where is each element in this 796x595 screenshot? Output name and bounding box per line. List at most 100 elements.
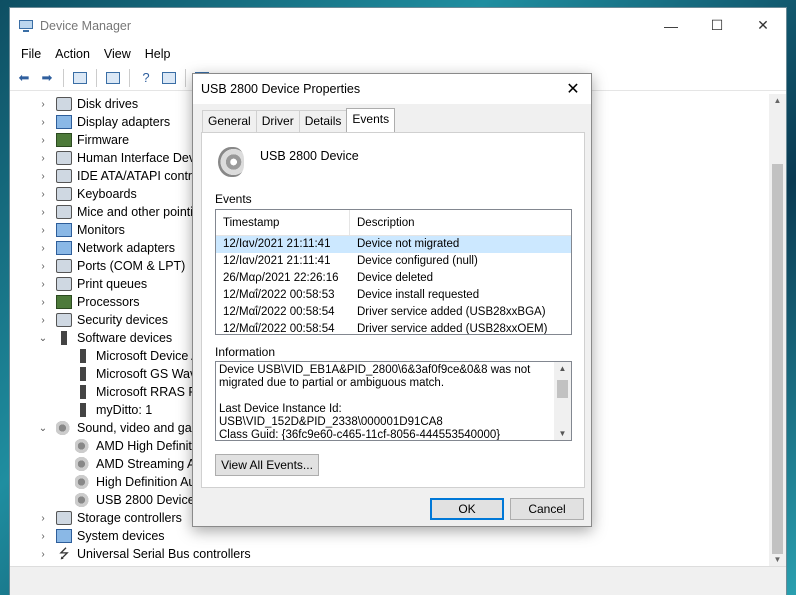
chevron-right-icon[interactable]: › (38, 243, 48, 254)
software-device-icon (75, 349, 91, 363)
event-row[interactable]: 12/Μαΐ/2022 00:58:54 Driver service added… (216, 321, 571, 334)
chevron-right-icon[interactable]: › (38, 315, 48, 326)
chevron-right-icon[interactable]: › (38, 135, 48, 146)
scroll-down-icon[interactable]: ▼ (554, 429, 571, 438)
information-box[interactable]: Device USB\VID_EB1A&PID_2800\6&3af0f9ce&… (215, 361, 572, 441)
tree-device[interactable]: AMD High Definitio (75, 437, 202, 455)
window-title: Device Manager (40, 18, 132, 33)
close-button[interactable]: ✕ (740, 8, 786, 43)
chevron-right-icon[interactable]: › (38, 189, 48, 200)
event-row[interactable]: 12/Μαΐ/2022 00:58:53 Device install reque… (216, 287, 571, 304)
tree-device[interactable]: USB 2800 Device (75, 491, 195, 509)
scroll-up-icon[interactable]: ▲ (769, 96, 786, 105)
chevron-right-icon[interactable]: › (38, 99, 48, 110)
ok-button[interactable]: OK (430, 498, 504, 520)
cancel-button[interactable]: Cancel (510, 498, 584, 520)
tree-scrollbar[interactable]: ▲ ▼ (769, 94, 786, 566)
tree-device[interactable]: myDitto: 1 (75, 401, 152, 419)
menu-file[interactable]: File (14, 47, 48, 61)
events-table[interactable]: Timestamp Description 12/Ιαν/2021 21:11:… (215, 209, 572, 335)
chevron-right-icon[interactable]: › (38, 153, 48, 164)
tree-category[interactable]: › Print queues (38, 275, 147, 293)
tree-category[interactable]: › Storage controllers (38, 509, 182, 527)
system-device-icon (56, 529, 72, 543)
tab-details[interactable]: Details (298, 110, 348, 132)
menu-view[interactable]: View (97, 47, 138, 61)
chevron-right-icon[interactable]: › (38, 225, 48, 236)
chevron-right-icon[interactable]: › (38, 207, 48, 218)
chevron-right-icon[interactable]: › (38, 513, 48, 524)
tree-category[interactable]: › Ports (COM & LPT) (38, 257, 185, 275)
chevron-right-icon[interactable]: › (38, 117, 48, 128)
tree-label: Universal Serial Bus controllers (77, 547, 251, 561)
menu-action[interactable]: Action (48, 47, 97, 61)
tab-general[interactable]: General (202, 110, 257, 132)
information-text[interactable]: Device USB\VID_EB1A&PID_2800\6&3af0f9ce&… (216, 362, 554, 440)
properties-dialog: USB 2800 Device Properties ✕ General Dri… (192, 73, 592, 527)
event-timestamp: 26/Μαρ/2021 22:26:16 (223, 272, 339, 284)
tree-label: Keyboards (77, 187, 137, 201)
usb-icon: ⭍ (58, 546, 70, 561)
event-row[interactable]: 12/Ιαν/2021 21:11:41 Device not migrated (216, 236, 571, 253)
tree-device[interactable]: High Definition Au (75, 473, 195, 491)
tree-device[interactable]: AMD Streaming Au (75, 455, 202, 473)
properties-icon[interactable] (103, 69, 123, 87)
tree-category[interactable]: › Mice and other pointin (38, 203, 200, 221)
chevron-right-icon[interactable]: › (38, 279, 48, 290)
tab-events[interactable]: Events (346, 108, 396, 132)
tree-category[interactable]: › System devices (38, 527, 165, 545)
event-row[interactable]: 12/Ιαν/2021 21:11:41 Device configured (n… (216, 253, 571, 270)
tree-category[interactable]: › Human Interface Devic (38, 149, 204, 167)
maximize-button[interactable]: ☐ (694, 8, 740, 43)
scrollbar-thumb[interactable] (772, 164, 783, 554)
tree-label: Network adapters (77, 241, 175, 255)
tree-category[interactable]: › Security devices (38, 311, 168, 329)
tree-device[interactable]: Microsoft GS Wave (75, 365, 203, 383)
tree-category[interactable]: › ⭍ Universal Serial Bus controllers (38, 545, 251, 563)
scroll-down-icon[interactable]: ▼ (769, 555, 786, 564)
ide-controller-icon (56, 169, 72, 183)
update-driver-icon[interactable] (159, 69, 179, 87)
view-all-events-button[interactable]: View All Events... (215, 454, 319, 476)
scrollbar-thumb[interactable] (557, 380, 568, 398)
show-hide-tree-icon[interactable] (70, 69, 90, 87)
help-icon[interactable]: ? (136, 69, 156, 87)
tab-driver[interactable]: Driver (255, 110, 300, 132)
minimize-button[interactable]: — (648, 8, 694, 43)
chevron-right-icon[interactable]: › (38, 261, 48, 272)
tree-category[interactable]: › Monitors (38, 221, 125, 239)
tree-category[interactable]: › Display adapters (38, 113, 170, 131)
toolbar-separator (96, 68, 97, 87)
forward-icon[interactable]: ➡ (37, 69, 57, 87)
event-row[interactable]: 26/Μαρ/2021 22:26:16 Device deleted (216, 270, 571, 287)
chevron-right-icon[interactable]: › (38, 297, 48, 308)
menu-bar: File Action View Help (10, 43, 786, 65)
tree-category[interactable]: › Keyboards (38, 185, 137, 203)
tree-category[interactable]: › Processors (38, 293, 140, 311)
event-row[interactable]: 12/Μαΐ/2022 00:58:54 Driver service added… (216, 304, 571, 321)
chevron-down-icon[interactable]: ⌄ (38, 333, 48, 344)
chevron-right-icon[interactable]: › (38, 549, 48, 560)
column-timestamp[interactable]: Timestamp (216, 210, 350, 235)
processor-icon (56, 295, 72, 309)
chevron-down-icon[interactable]: ⌄ (38, 423, 48, 434)
information-label: Information (215, 345, 276, 359)
scroll-up-icon[interactable]: ▲ (554, 364, 571, 373)
speaker-icon (75, 439, 91, 453)
dialog-close-button[interactable]: ✕ (555, 79, 591, 99)
menu-help[interactable]: Help (138, 47, 178, 61)
event-timestamp: 12/Ιαν/2021 21:11:41 (223, 238, 331, 250)
tree-device[interactable]: Microsoft Device A (75, 347, 200, 365)
tree-category[interactable]: › Disk drives (38, 95, 138, 113)
tree-category[interactable]: › Network adapters (38, 239, 175, 257)
back-icon[interactable]: ⬅ (14, 69, 34, 87)
tree-device[interactable]: Microsoft RRAS Ro (75, 383, 204, 401)
tree-category[interactable]: › IDE ATA/ATAPI controll (38, 167, 205, 185)
tree-category[interactable]: ⌄ Sound, video and gam (38, 419, 202, 437)
information-scrollbar[interactable]: ▲ ▼ (554, 362, 571, 440)
chevron-right-icon[interactable]: › (38, 531, 48, 542)
column-description[interactable]: Description (350, 210, 571, 235)
tree-category[interactable]: ⌄ Software devices (38, 329, 172, 347)
tree-category[interactable]: › Firmware (38, 131, 129, 149)
chevron-right-icon[interactable]: › (38, 171, 48, 182)
